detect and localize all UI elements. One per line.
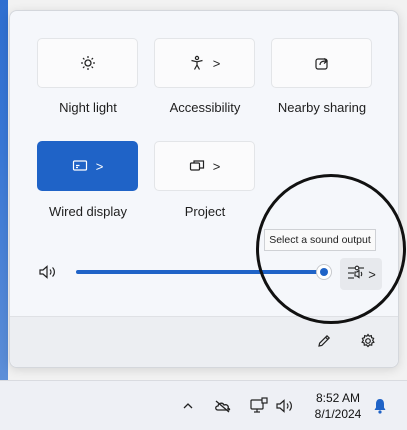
- tile-nearby-sharing[interactable]: [271, 38, 372, 88]
- onedrive-icon[interactable]: [213, 381, 233, 430]
- taskbar-time: 8:52 AM: [315, 391, 361, 405]
- speaker-icon[interactable]: [38, 264, 58, 285]
- project-icon: [189, 159, 205, 173]
- notification-bell-icon[interactable]: [372, 381, 388, 430]
- tile-label-wired-display: Wired display: [48, 204, 128, 219]
- annotation-circle: [256, 174, 406, 324]
- desktop-background: [0, 0, 8, 380]
- chevron-up-icon[interactable]: [182, 381, 194, 430]
- pencil-icon[interactable]: [316, 333, 332, 354]
- cast-icon: [72, 159, 88, 173]
- tile-night-light[interactable]: [37, 38, 138, 88]
- tile-label-night-light: Night light: [59, 100, 117, 115]
- share-icon: [314, 55, 330, 71]
- tile-wired-display[interactable]: >: [37, 141, 138, 191]
- network-icon[interactable]: [249, 381, 269, 430]
- chevron-right-icon: >: [95, 158, 104, 174]
- tile-label-accessibility: Accessibility: [169, 100, 241, 115]
- taskbar-date: 8/1/2024: [314, 407, 362, 421]
- accessibility-icon: [189, 55, 205, 71]
- tile-accessibility[interactable]: >: [154, 38, 255, 88]
- brightness-icon: [80, 55, 96, 71]
- tile-label-project: Project: [184, 204, 226, 219]
- taskbar-clock[interactable]: 8:52 AM 8/1/2024: [310, 390, 366, 422]
- speaker-icon[interactable]: [275, 381, 295, 430]
- tile-project[interactable]: >: [154, 141, 255, 191]
- taskbar: 8:52 AM 8/1/2024: [0, 380, 407, 430]
- tile-label-nearby-sharing: Nearby sharing: [277, 100, 367, 115]
- chevron-right-icon: >: [212, 55, 221, 71]
- quick-settings-footer: [10, 316, 398, 367]
- gear-icon[interactable]: [360, 333, 376, 354]
- chevron-right-icon: >: [212, 158, 221, 174]
